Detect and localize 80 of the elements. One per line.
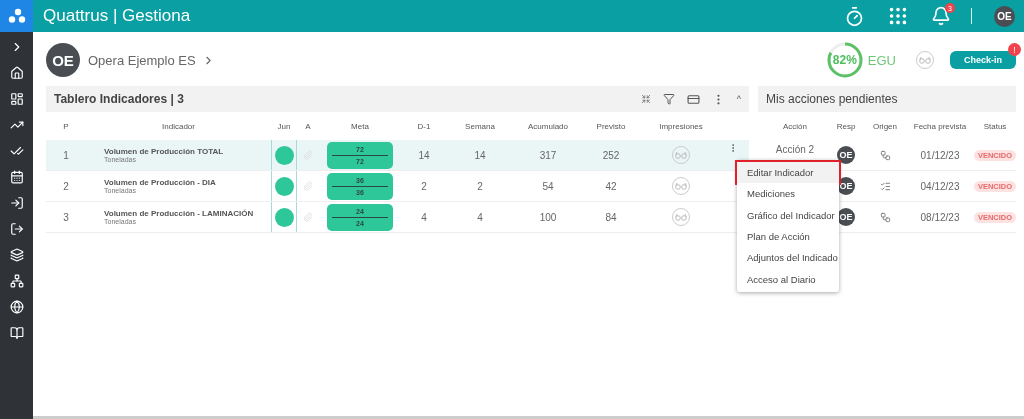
filter-icon[interactable] <box>662 93 675 105</box>
panel-title: Mis acciones pendientes <box>766 92 898 106</box>
menu-item[interactable]: Acceso al Diario <box>737 268 839 290</box>
paperclip-icon[interactable] <box>303 212 313 222</box>
glasses-icon <box>675 213 687 221</box>
card-view-icon[interactable] <box>686 92 700 106</box>
profile-avatar: OE <box>46 43 80 77</box>
glasses-icon <box>675 151 687 159</box>
origin-icon <box>879 211 891 223</box>
table-cell-text: 54 <box>541 180 555 192</box>
column-header: A <box>304 121 312 131</box>
apps-grid-icon[interactable] <box>887 5 909 27</box>
column-header: Indicador <box>161 121 196 131</box>
collapse-view-icon[interactable] <box>640 94 651 104</box>
logout-icon[interactable] <box>9 222 24 236</box>
column-header: P <box>62 121 70 131</box>
table-cell-text: 2 <box>420 180 428 192</box>
user-avatar[interactable]: OE <box>994 5 1015 27</box>
globe-icon[interactable] <box>9 300 24 314</box>
dashboard-icon[interactable] <box>9 92 24 106</box>
paperclip-icon[interactable] <box>303 181 313 191</box>
notifications-icon[interactable] <box>931 6 951 26</box>
column-header: Status <box>982 121 1008 131</box>
column-header: Resp <box>835 121 857 131</box>
login-icon[interactable] <box>9 196 24 210</box>
column-header: Impresiones <box>658 121 704 131</box>
menu-item[interactable]: Editar Indicador <box>737 162 839 184</box>
profile-name[interactable]: Opera Ejemplo ES <box>88 52 196 68</box>
logo-icon[interactable] <box>0 0 33 32</box>
calendar-icon[interactable] <box>9 170 24 184</box>
table-cell-text: 84 <box>604 211 618 223</box>
collapse-caret[interactable]: ^ <box>736 94 741 104</box>
origin-icon <box>879 180 891 192</box>
panel-title: Tablero Indicadores | 3 <box>54 92 185 106</box>
glasses-icon <box>919 56 931 64</box>
column-header: Origen <box>872 121 898 131</box>
column-header: Jun <box>276 121 292 131</box>
due-date: 08/12/23 <box>919 211 961 223</box>
table-cell-text: 14 <box>417 149 431 161</box>
table-cell-text: 42 <box>604 180 618 192</box>
table-cell-text: 2 <box>62 180 70 192</box>
home-icon[interactable] <box>9 66 24 80</box>
indicator-name: Volumen de Producción - LAMINACIÓN <box>104 209 255 218</box>
table-cell-text: 4 <box>420 211 428 223</box>
menu-item[interactable]: Mediciones <box>737 183 839 205</box>
column-header: D-1 <box>416 121 432 131</box>
hierarchy-icon[interactable] <box>9 274 24 288</box>
table-cell-text: 100 <box>538 211 558 223</box>
origin-icon <box>879 149 891 161</box>
indicator-name: Volumen de Producción TOTAL <box>104 147 225 156</box>
column-header: Acción <box>782 121 808 131</box>
stopwatch-icon[interactable] <box>844 5 865 27</box>
table-cell-text: 252 <box>601 149 621 161</box>
alert-badge: ! <box>1008 43 1021 56</box>
double-check-icon[interactable] <box>9 144 24 158</box>
table-cell-text: 1 <box>62 149 70 161</box>
column-header: Fecha prevista <box>912 121 968 131</box>
table-cell-text: 3 <box>62 211 70 223</box>
glasses-icon <box>675 182 687 190</box>
app-title: Quattrus | Gestiona <box>43 6 192 26</box>
table-cell-text: 14 <box>473 149 487 161</box>
indicator-name: Volumen de Producción - DIA <box>104 178 217 187</box>
column-header: Meta <box>350 121 370 131</box>
due-date: 01/12/23 <box>919 149 961 161</box>
menu-item[interactable]: Adjuntos del Indicado <box>737 247 839 269</box>
column-header: Semana <box>464 121 496 131</box>
table-cell-text: 2 <box>476 180 484 192</box>
menu-item[interactable]: Gráfico del Indicador <box>737 204 839 226</box>
column-header: Previsto <box>595 121 627 131</box>
column-header: Acumulado <box>527 121 569 131</box>
menu-item[interactable]: Plan de Acción <box>737 225 839 248</box>
score-label: EGU <box>867 52 896 68</box>
score-reading: 82% <box>831 52 858 69</box>
due-date: 04/12/23 <box>919 180 961 192</box>
table-cell-text: 4 <box>476 211 484 223</box>
table-cell-text: 317 <box>538 149 558 161</box>
resp-avatar: OE <box>837 146 855 164</box>
layers-icon[interactable] <box>9 248 24 262</box>
book-icon[interactable] <box>9 326 24 340</box>
action-name: Acción 2 <box>774 143 816 155</box>
